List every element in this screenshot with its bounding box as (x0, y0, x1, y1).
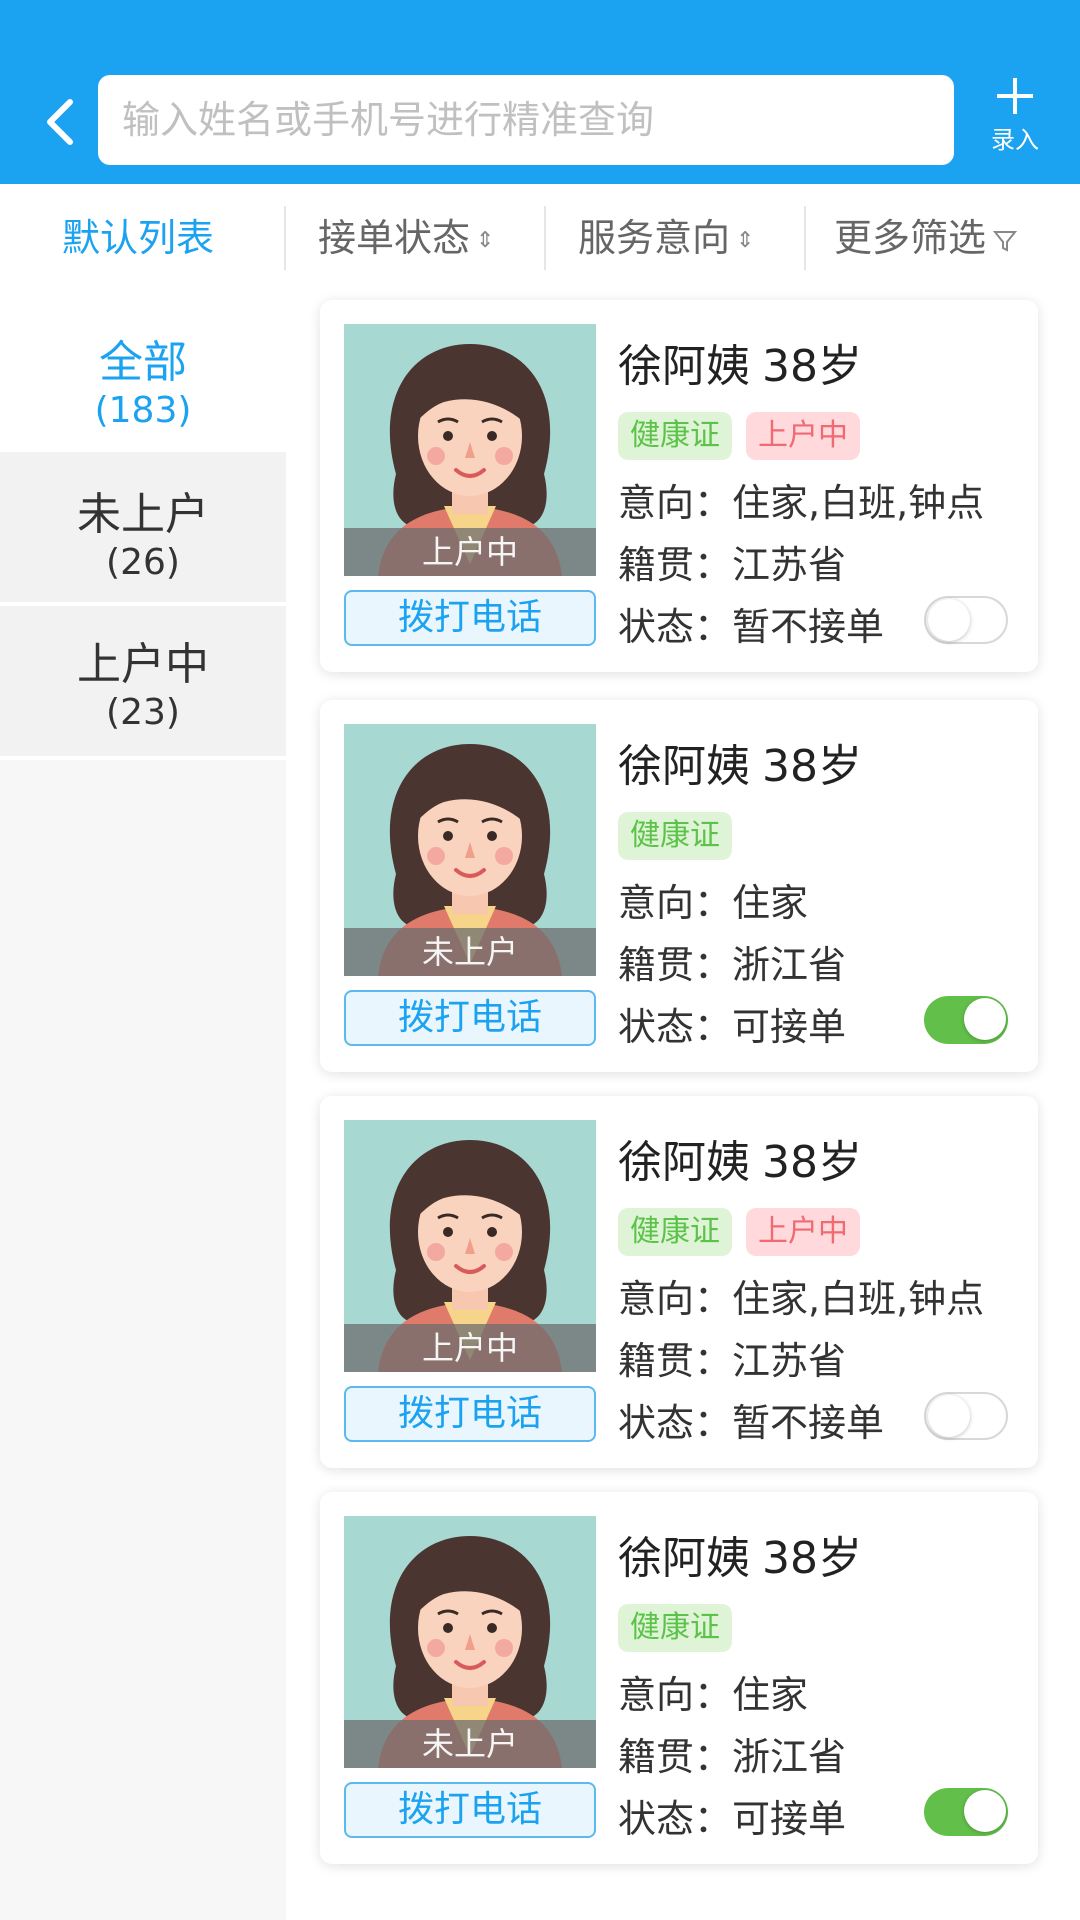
order-status-toggle[interactable] (924, 1788, 1008, 1836)
photo-status-label: 上户中 (344, 528, 596, 576)
filter-order-status-label: 接单状态 (318, 216, 471, 260)
sidebar-item-not-placed[interactable]: 未上户 (26) (0, 452, 286, 602)
caregiver-title: 徐阿姨 38岁 (618, 730, 862, 794)
intent-text: 意向：住家,白班,钟点 (618, 1277, 985, 1321)
caregiver-card[interactable]: 上户中 拨打电话 徐阿姨 38岁 健康证 上户中 意向：住家,白班,钟点 籍贯：江苏… (320, 300, 1038, 672)
caregiver-age: 38岁 (762, 341, 862, 392)
caregiver-title: 徐阿姨 38岁 (618, 330, 862, 394)
call-button[interactable]: 拨打电话 (344, 590, 596, 646)
toggle-knob (928, 599, 970, 641)
sidebar-item-placed[interactable]: 上户中 (23) (0, 606, 286, 756)
tag-list: 健康证 (618, 1604, 746, 1652)
health-cert-badge: 健康证 (618, 1604, 732, 1652)
caregiver-photo: 未上户 (344, 1516, 596, 1768)
caregiver-photo: 上户中 (344, 324, 596, 576)
photo-status-label: 未上户 (344, 928, 596, 976)
sort-caret-icon: ⇕ (736, 227, 755, 253)
tag-list: 健康证 上户中 (618, 1208, 874, 1256)
status-text: 状态：暂不接单 (618, 1401, 885, 1445)
caregiver-title: 徐阿姨 38岁 (618, 1522, 862, 1586)
filter-divider (544, 206, 546, 270)
order-status-toggle[interactable] (924, 1392, 1008, 1440)
toggle-knob (964, 1790, 1006, 1832)
status-text: 状态：暂不接单 (618, 605, 885, 649)
intent-text: 意向：住家,白班,钟点 (618, 481, 985, 525)
caregiver-name: 徐阿姨 (618, 1533, 750, 1584)
filter-bar: 默认列表 接单状态 ⇕ 服务意向 ⇕ 更多筛选 (0, 184, 1080, 292)
back-icon[interactable] (38, 92, 82, 152)
origin-text: 籍贯：江苏省 (618, 543, 847, 587)
caregiver-card[interactable]: 上户中 拨打电话 徐阿姨 38岁 健康证 上户中 意向：住家,白班,钟点 籍贯：江苏… (320, 1096, 1038, 1468)
sidebar-item-all[interactable]: 全部 (183) (0, 292, 286, 452)
filter-service-intent[interactable]: 服务意向 ⇕ (578, 184, 754, 292)
caregiver-name: 徐阿姨 (618, 741, 750, 792)
filter-order-status[interactable]: 接单状态 ⇕ (318, 184, 494, 292)
sidebar-item-count: (183) (94, 390, 192, 431)
sort-caret-icon: ⇕ (476, 227, 495, 253)
caregiver-name: 徐阿姨 (618, 341, 750, 392)
health-cert-badge: 健康证 (618, 1208, 732, 1256)
filter-divider (284, 206, 286, 270)
sidebar-item-count: (23) (106, 692, 180, 733)
call-button[interactable]: 拨打电话 (344, 1386, 596, 1442)
caregiver-age: 38岁 (762, 1137, 862, 1188)
top-bar: 录入 (0, 0, 1080, 184)
caregiver-age: 38岁 (762, 1533, 862, 1584)
toggle-knob (964, 998, 1006, 1040)
placement-status-badge: 上户中 (746, 1208, 860, 1256)
filter-service-intent-label: 服务意向 (578, 216, 731, 260)
origin-text: 籍贯：江苏省 (618, 1339, 847, 1383)
caregiver-photo: 上户中 (344, 1120, 596, 1372)
caregiver-age: 38岁 (762, 741, 862, 792)
intent-text: 意向：住家 (618, 1673, 809, 1717)
sidebar-item-count: (26) (106, 542, 180, 583)
caregiver-card[interactable]: 未上户 拨打电话 徐阿姨 38岁 健康证 意向：住家 籍贯：浙江省 状态：可接单 (320, 1492, 1038, 1864)
order-status-toggle[interactable] (924, 596, 1008, 644)
origin-text: 籍贯：浙江省 (618, 943, 847, 987)
placement-status-badge: 上户中 (746, 412, 860, 460)
add-label: 录入 (991, 126, 1039, 154)
toggle-knob (928, 1395, 970, 1437)
sidebar-divider (0, 756, 286, 760)
call-button[interactable]: 拨打电话 (344, 1782, 596, 1838)
filter-default-list[interactable]: 默认列表 (62, 184, 214, 292)
tag-list: 健康证 (618, 812, 746, 860)
intent-text: 意向：住家 (618, 881, 809, 925)
filter-more[interactable]: 更多筛选 (834, 184, 1018, 292)
caregiver-card[interactable]: 未上户 拨打电话 徐阿姨 38岁 健康证 意向：住家 籍贯：浙江省 状态：可接单 (320, 700, 1038, 1072)
sidebar-item-label: 上户中 (77, 639, 209, 690)
status-text: 状态：可接单 (618, 1797, 847, 1841)
search-box[interactable] (98, 75, 954, 165)
sidebar-item-label: 未上户 (77, 489, 209, 540)
category-sidebar: 全部 (183) 未上户 (26) 上户中 (23) (0, 292, 286, 1920)
funnel-icon (992, 230, 1018, 252)
add-button[interactable]: 录入 (970, 74, 1060, 170)
order-status-toggle[interactable] (924, 996, 1008, 1044)
caregiver-name: 徐阿姨 (618, 1137, 750, 1188)
plus-icon (997, 78, 1033, 114)
tag-list: 健康证 上户中 (618, 412, 874, 460)
photo-status-label: 未上户 (344, 1720, 596, 1768)
search-input[interactable] (98, 75, 954, 165)
filter-divider (804, 206, 806, 270)
photo-status-label: 上户中 (344, 1324, 596, 1372)
caregiver-title: 徐阿姨 38岁 (618, 1126, 862, 1190)
filter-more-label: 更多筛选 (834, 216, 987, 260)
health-cert-badge: 健康证 (618, 412, 732, 460)
origin-text: 籍贯：浙江省 (618, 1735, 847, 1779)
status-text: 状态：可接单 (618, 1005, 847, 1049)
caregiver-photo: 未上户 (344, 724, 596, 976)
health-cert-badge: 健康证 (618, 812, 732, 860)
sidebar-item-label: 全部 (99, 337, 187, 388)
call-button[interactable]: 拨打电话 (344, 990, 596, 1046)
